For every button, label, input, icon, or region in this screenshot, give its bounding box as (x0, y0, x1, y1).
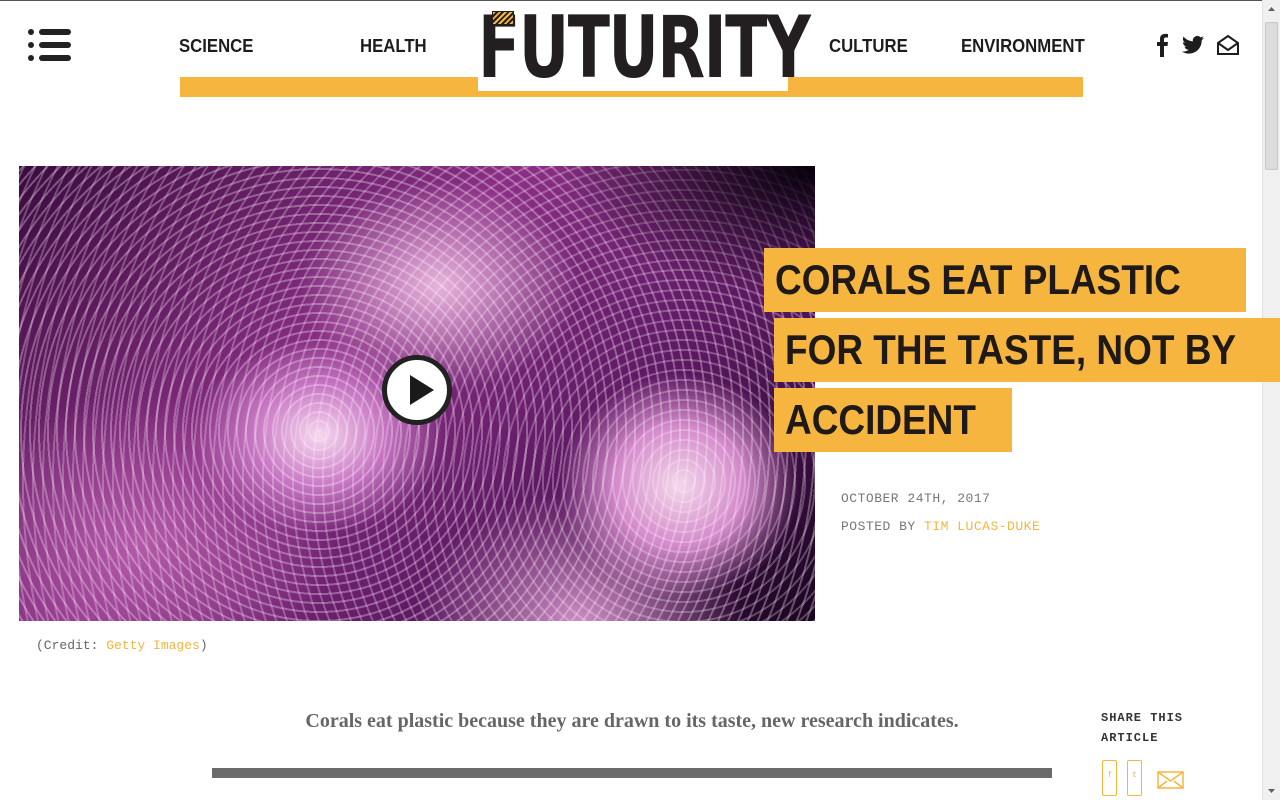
site-logo[interactable]: FUTURITY (478, 0, 811, 98)
share-label: SHARE THIS ARTICLE (1101, 711, 1184, 745)
credit-prefix: (Credit: (36, 638, 107, 653)
logo-mark-icon (492, 11, 514, 25)
menu-icon[interactable] (28, 29, 72, 61)
twitter-icon[interactable] (1182, 33, 1204, 57)
scroll-thumb[interactable] (1265, 22, 1278, 170)
credit-suffix: ) (199, 638, 208, 653)
headline-line: CORALS EAT PLASTIC (775, 256, 1181, 303)
image-credit: (Credit: Getty Images) (36, 638, 208, 653)
headline-line: ACCIDENT (785, 396, 976, 443)
article-byline: POSTED BY TIM LUCAS-DUKE (841, 519, 1040, 534)
email-icon[interactable] (1216, 33, 1240, 57)
site-header: SCIENCE HEALTH CULTURE ENVIRONMENT FUTUR… (0, 0, 1262, 100)
article-lede: Corals eat plastic because they are draw… (305, 710, 959, 732)
article-date: OCTOBER 24TH, 2017 (841, 491, 991, 506)
lede-divider (212, 768, 1052, 778)
scroll-up-arrow-icon[interactable] (1263, 0, 1280, 17)
nav-environment[interactable]: ENVIRONMENT (961, 36, 1085, 57)
hero-video-thumbnail[interactable] (19, 166, 815, 621)
scroll-down-arrow-icon[interactable] (1263, 783, 1280, 800)
posted-by-label: POSTED BY (841, 519, 916, 534)
author-link[interactable]: TIM LUCAS-DUKE (924, 519, 1040, 534)
twitter-share-icon[interactable]: t (1127, 760, 1142, 796)
headline-line: FOR THE TASTE, NOT BY (785, 326, 1237, 373)
nav-culture[interactable]: CULTURE (829, 36, 908, 57)
facebook-icon[interactable] (1155, 33, 1169, 57)
logo-text: FUTURITY (478, 0, 811, 98)
nav-science[interactable]: SCIENCE (179, 36, 253, 57)
credit-source-link[interactable]: Getty Images (106, 638, 200, 653)
facebook-share-icon[interactable]: f (1102, 760, 1117, 796)
page-scrollbar[interactable] (1262, 0, 1280, 800)
nav-health[interactable]: HEALTH (360, 36, 427, 57)
email-share-icon[interactable] (1157, 771, 1184, 789)
play-icon[interactable] (382, 355, 452, 425)
